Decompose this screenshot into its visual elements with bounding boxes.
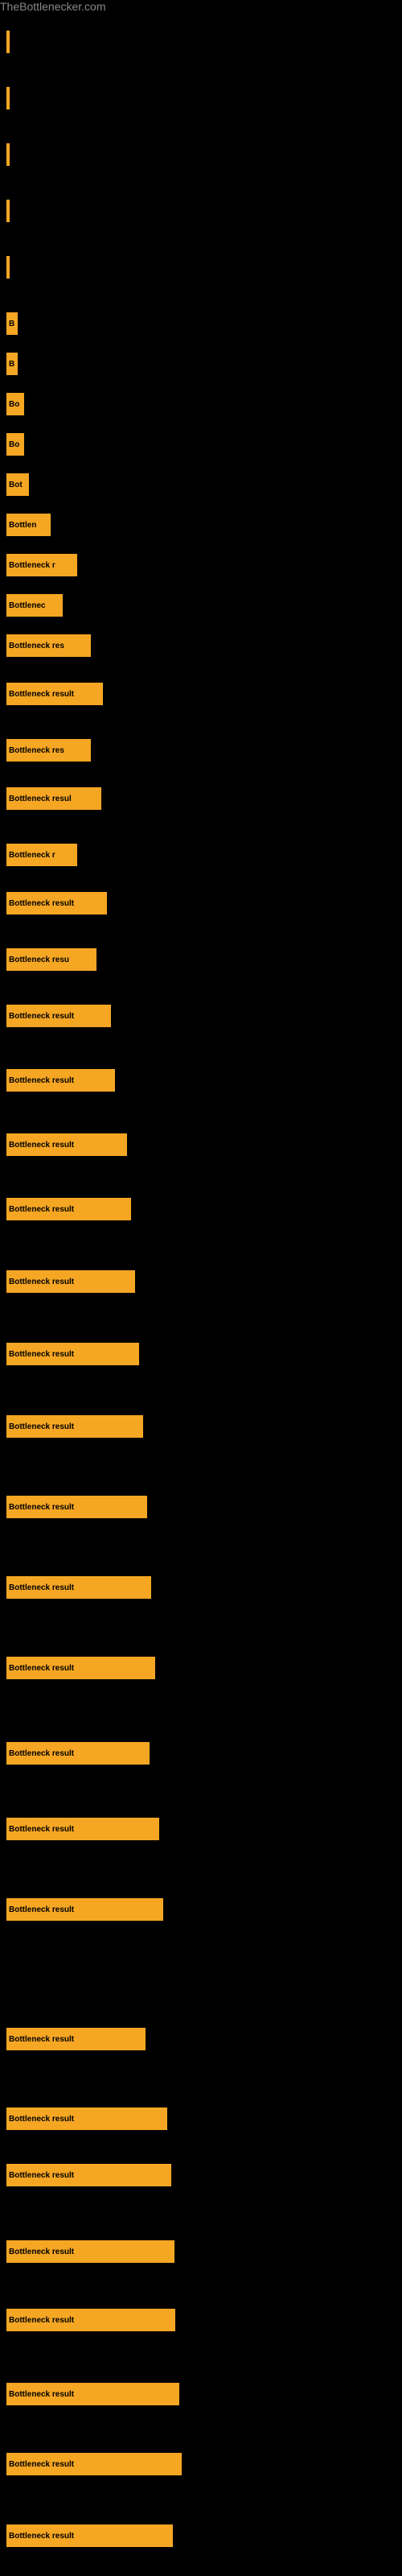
bar-item-37: Bottleneck result <box>6 2309 175 2331</box>
bar-label-30: Bottleneck result <box>9 1749 74 1758</box>
bar-item-24: Bottleneck result <box>6 1270 135 1293</box>
bar-label-25: Bottleneck result <box>9 1350 74 1359</box>
bar-item-7: Bo <box>6 393 24 415</box>
bar-label-7: Bo <box>9 400 19 409</box>
bar-label-34: Bottleneck result <box>9 2115 74 2124</box>
bar-item-23: Bottleneck result <box>6 1198 131 1220</box>
bar-label-14: Bottleneck result <box>9 690 74 699</box>
bar-item-15: Bottleneck res <box>6 739 91 762</box>
bar-label-12: Bottlenec <box>9 601 46 610</box>
bar-item-22: Bottleneck result <box>6 1133 127 1156</box>
bar-item-33: Bottleneck result <box>6 2028 146 2050</box>
site-title: TheBottlenecker.com <box>0 0 402 14</box>
bar-item-10: Bottlen <box>6 514 51 536</box>
bar-item-3 <box>6 200 10 222</box>
bar-label-24: Bottleneck result <box>9 1278 74 1286</box>
bar-item-1 <box>6 87 10 109</box>
bar-item-34: Bottleneck result <box>6 2107 167 2130</box>
bar-item-27: Bottleneck result <box>6 1496 147 1518</box>
bar-item-26: Bottleneck result <box>6 1415 143 1438</box>
bar-label-40: Bottleneck result <box>9 2532 74 2541</box>
bar-label-5: B <box>9 320 14 328</box>
bar-label-15: Bottleneck res <box>9 746 64 755</box>
bar-label-36: Bottleneck result <box>9 2248 74 2256</box>
bar-item-14: Bottleneck result <box>6 683 103 705</box>
bar-item-11: Bottleneck r <box>6 554 77 576</box>
bar-item-25: Bottleneck result <box>6 1343 139 1365</box>
bar-item-31: Bottleneck result <box>6 1818 159 1840</box>
bar-item-0 <box>6 31 10 53</box>
bar-label-28: Bottleneck result <box>9 1583 74 1592</box>
bar-item-18: Bottleneck result <box>6 892 107 914</box>
bar-item-13: Bottleneck res <box>6 634 91 657</box>
bar-item-16: Bottleneck resul <box>6 787 101 810</box>
bar-item-36: Bottleneck result <box>6 2240 174 2263</box>
bar-label-9: Bot <box>9 481 23 489</box>
bar-item-32: Bottleneck result <box>6 1898 163 1921</box>
bar-label-33: Bottleneck result <box>9 2035 74 2044</box>
bar-item-2 <box>6 143 10 166</box>
bar-label-27: Bottleneck result <box>9 1503 74 1512</box>
bar-label-35: Bottleneck result <box>9 2171 74 2180</box>
bar-label-22: Bottleneck result <box>9 1141 74 1150</box>
bar-item-5: B <box>6 312 18 335</box>
bar-item-12: Bottlenec <box>6 594 63 617</box>
bar-label-26: Bottleneck result <box>9 1422 74 1431</box>
bar-label-29: Bottleneck result <box>9 1664 74 1673</box>
bar-item-6: B <box>6 353 18 375</box>
bar-label-13: Bottleneck res <box>9 642 64 650</box>
bar-item-19: Bottleneck resu <box>6 948 96 971</box>
bar-item-39: Bottleneck result <box>6 2453 182 2475</box>
bar-label-20: Bottleneck result <box>9 1012 74 1021</box>
bar-label-37: Bottleneck result <box>9 2316 74 2325</box>
bar-label-31: Bottleneck result <box>9 1825 74 1834</box>
bar-item-8: Bo <box>6 433 24 456</box>
bar-label-38: Bottleneck result <box>9 2390 74 2399</box>
bar-label-16: Bottleneck resul <box>9 795 72 803</box>
bar-item-20: Bottleneck result <box>6 1005 111 1027</box>
bar-item-17: Bottleneck r <box>6 844 77 866</box>
bar-item-28: Bottleneck result <box>6 1576 151 1599</box>
bar-label-23: Bottleneck result <box>9 1205 74 1214</box>
bar-item-4 <box>6 256 10 279</box>
bar-item-35: Bottleneck result <box>6 2164 171 2186</box>
bar-label-32: Bottleneck result <box>9 1905 74 1914</box>
bar-label-18: Bottleneck result <box>9 899 74 908</box>
bar-label-6: B <box>9 360 14 369</box>
bar-label-17: Bottleneck r <box>9 851 55 860</box>
bar-item-30: Bottleneck result <box>6 1742 150 1765</box>
bar-label-19: Bottleneck resu <box>9 956 69 964</box>
bar-label-39: Bottleneck result <box>9 2460 74 2469</box>
bar-label-10: Bottlen <box>9 521 36 530</box>
bar-label-11: Bottleneck r <box>9 561 55 570</box>
bar-label-8: Bo <box>9 440 19 449</box>
bar-item-38: Bottleneck result <box>6 2383 179 2405</box>
bar-item-29: Bottleneck result <box>6 1657 155 1679</box>
bar-label-21: Bottleneck result <box>9 1076 74 1085</box>
bar-item-21: Bottleneck result <box>6 1069 115 1092</box>
chart-area: B B Bo Bo Bot Bottlen Bottleneck r Bottlenec Bot… <box>0 14 402 2574</box>
bar-item-9: Bot <box>6 473 29 496</box>
bar-item-40: Bottleneck result <box>6 2524 173 2547</box>
